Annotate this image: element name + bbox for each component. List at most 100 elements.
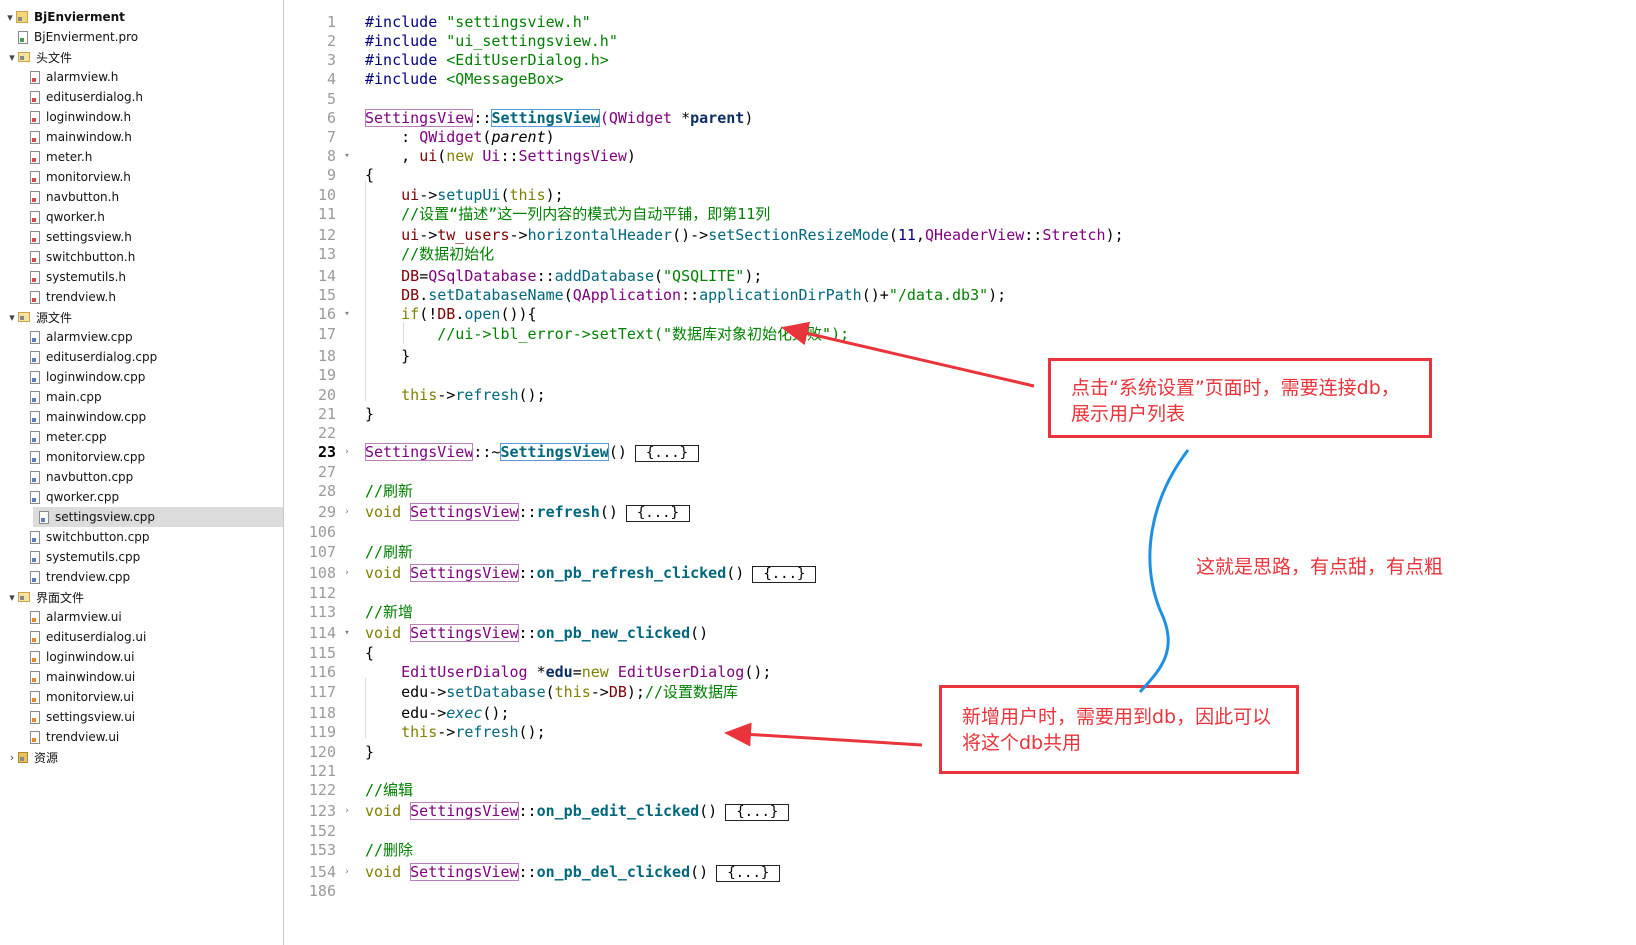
code-text: edu->setDatabase(this->DB);//设置数据库 bbox=[365, 682, 738, 702]
fold-collapsed-icon[interactable]: › bbox=[342, 442, 352, 462]
tree-item[interactable]: qworker.cpp bbox=[0, 487, 283, 507]
fold-collapsed-icon[interactable]: › bbox=[342, 502, 352, 522]
collapsed-block-marker[interactable]: {...} bbox=[725, 804, 790, 821]
tree-item[interactable]: navbutton.cpp bbox=[0, 467, 283, 487]
code-line[interactable]: 3 #include <EditUserDialog.h> bbox=[284, 50, 1636, 70]
tree-item[interactable]: edituserdialog.ui bbox=[0, 627, 283, 647]
project-tree[interactable]: ▾ BjEnvierment BjEnvierment.pro ▾ 头文件 alarmvi… bbox=[0, 0, 284, 945]
tree-item[interactable]: systemutils.cpp bbox=[0, 547, 283, 567]
code-line[interactable]: 116 EditUserDialog *edu=new EditUserDial… bbox=[284, 662, 1636, 682]
tree-item[interactable]: ▾ 界面文件 bbox=[0, 587, 283, 607]
code-line[interactable]: 23 › SettingsView::~SettingsView() {...} bbox=[284, 442, 1636, 462]
tree-item[interactable]: loginwindow.h bbox=[0, 107, 283, 127]
fold-expanded-icon[interactable]: ▾ bbox=[342, 304, 352, 324]
code-line[interactable]: 9{ bbox=[284, 165, 1636, 185]
tree-item[interactable]: monitorview.h bbox=[0, 167, 283, 187]
code-line[interactable]: 113 //新增 bbox=[284, 602, 1636, 622]
tree-item[interactable]: ▾ 头文件 bbox=[0, 47, 283, 67]
tree-item[interactable]: edituserdialog.cpp bbox=[0, 347, 283, 367]
code-line[interactable]: 10 ui->setupUi(this); bbox=[284, 185, 1636, 205]
code-editor[interactable]: 1 #include "settingsview.h" 2 #include "ui_… bbox=[284, 0, 1636, 945]
code-line[interactable]: 11 //设置“描述”这一列内容的模式为自动平铺，即第11列 bbox=[284, 204, 1636, 224]
tree-item[interactable]: › 资源 bbox=[0, 747, 283, 767]
code-line[interactable]: 21} bbox=[284, 404, 1636, 424]
tree-item[interactable]: trendview.h bbox=[0, 287, 283, 307]
code-token: parent bbox=[690, 109, 745, 127]
code-line[interactable]: 12 ui->tw_users->horizontalHeader()->set… bbox=[284, 225, 1636, 245]
code-line[interactable]: 29 › void SettingsView::refresh() {...} bbox=[284, 502, 1636, 522]
tree-item[interactable]: BjEnvierment.pro bbox=[0, 27, 283, 47]
tree-item[interactable]: navbutton.h bbox=[0, 187, 283, 207]
fold-collapsed-icon[interactable]: › bbox=[342, 563, 352, 583]
code-line[interactable]: 20 this->refresh(); bbox=[284, 385, 1636, 405]
code-line[interactable]: 154 › void SettingsView::on_pb_del_clicked… bbox=[284, 862, 1636, 882]
code-line[interactable]: 186 bbox=[284, 881, 1636, 901]
collapsed-block-marker[interactable]: {...} bbox=[625, 505, 691, 522]
tree-item[interactable]: settingsview.cpp bbox=[33, 507, 283, 527]
code-line[interactable]: 7 : QWidget(parent) bbox=[284, 127, 1636, 147]
fold-collapsed-icon[interactable]: › bbox=[342, 862, 352, 882]
code-line[interactable]: 114 ▾ void SettingsView::on_pb_new_clicked… bbox=[284, 623, 1636, 643]
tree-item[interactable]: qworker.h bbox=[0, 207, 283, 227]
tree-item[interactable]: trendview.ui bbox=[0, 727, 283, 747]
code-line[interactable]: 106 bbox=[284, 522, 1636, 542]
tree-item[interactable]: ▾ BjEnvierment bbox=[0, 7, 283, 27]
collapsed-block-marker[interactable]: {...} bbox=[716, 865, 781, 882]
collapsed-block-marker[interactable]: {...} bbox=[752, 566, 817, 583]
tree-item[interactable]: edituserdialog.h bbox=[0, 87, 283, 107]
expand-arrow-icon[interactable]: ▾ bbox=[6, 311, 18, 324]
code-line[interactable]: 5 bbox=[284, 89, 1636, 109]
tree-item[interactable]: mainwindow.h bbox=[0, 127, 283, 147]
code-line[interactable]: 8 ▾ , ui(new Ui::SettingsView) bbox=[284, 146, 1636, 166]
code-line[interactable]: 152 bbox=[284, 821, 1636, 841]
tree-item[interactable]: switchbutton.h bbox=[0, 247, 283, 267]
tree-item[interactable]: alarmview.ui bbox=[0, 607, 283, 627]
fold-collapsed-icon[interactable]: › bbox=[342, 801, 352, 821]
code-line[interactable]: 27 bbox=[284, 462, 1636, 482]
tree-item[interactable]: trendview.cpp bbox=[0, 567, 283, 587]
fold-expanded-icon[interactable]: ▾ bbox=[342, 623, 352, 643]
fold-expanded-icon[interactable]: ▾ bbox=[342, 146, 352, 166]
code-line[interactable]: 28 //刷新 bbox=[284, 481, 1636, 501]
code-line[interactable]: 13 //数据初始化 bbox=[284, 244, 1636, 264]
code-line[interactable]: 1 #include "settingsview.h" bbox=[284, 12, 1636, 32]
tree-item[interactable]: mainwindow.ui bbox=[0, 667, 283, 687]
tree-item[interactable]: settingsview.h bbox=[0, 227, 283, 247]
tree-item[interactable]: loginwindow.cpp bbox=[0, 367, 283, 387]
tree-item[interactable]: monitorview.cpp bbox=[0, 447, 283, 467]
code-line[interactable]: 17 //ui->lbl_error->setText("数据库对象初始化失败"… bbox=[284, 324, 1636, 344]
tree-item[interactable]: ▾ 源文件 bbox=[0, 307, 283, 327]
code-line[interactable]: 112 bbox=[284, 583, 1636, 603]
code-line[interactable]: 123 › void SettingsView::on_pb_edit_clicke… bbox=[284, 801, 1636, 821]
code-line[interactable]: 2 #include "ui_settingsview.h" bbox=[284, 31, 1636, 51]
tree-item[interactable]: main.cpp bbox=[0, 387, 283, 407]
tree-item[interactable]: monitorview.ui bbox=[0, 687, 283, 707]
code-line[interactable]: 122 //编辑 bbox=[284, 780, 1636, 800]
code-line[interactable]: 16 ▾ if(!DB.open()){ bbox=[284, 304, 1636, 324]
code-line[interactable]: 6 SettingsView::SettingsView(QWidget *par… bbox=[284, 108, 1636, 128]
code-line[interactable]: 14 DB=QSqlDatabase::addDatabase("QSQLITE… bbox=[284, 266, 1636, 286]
expand-arrow-icon[interactable]: ▾ bbox=[6, 51, 18, 64]
expand-arrow-icon[interactable]: › bbox=[6, 751, 18, 764]
expand-arrow-icon[interactable]: ▾ bbox=[6, 591, 18, 604]
tree-item[interactable]: switchbutton.cpp bbox=[0, 527, 283, 547]
tree-item[interactable]: alarmview.h bbox=[0, 67, 283, 87]
tree-item[interactable]: meter.cpp bbox=[0, 427, 283, 447]
tree-item[interactable]: systemutils.h bbox=[0, 267, 283, 287]
code-line[interactable]: 18 } bbox=[284, 346, 1636, 366]
code-line[interactable]: 15 DB.setDatabaseName(QApplication::appl… bbox=[284, 285, 1636, 305]
tree-item[interactable]: loginwindow.ui bbox=[0, 647, 283, 667]
tree-item[interactable]: settingsview.ui bbox=[0, 707, 283, 727]
line-number: 14 bbox=[317, 267, 336, 285]
collapsed-block-marker[interactable]: {...} bbox=[634, 445, 700, 462]
expand-arrow-icon[interactable]: ▾ bbox=[4, 11, 16, 24]
tree-item-label: BjEnvierment.pro bbox=[34, 30, 139, 44]
tree-item[interactable]: alarmview.cpp bbox=[0, 327, 283, 347]
code-line[interactable]: 22 bbox=[284, 423, 1636, 443]
tree-item[interactable]: meter.h bbox=[0, 147, 283, 167]
code-line[interactable]: 153 //删除 bbox=[284, 840, 1636, 860]
code-line[interactable]: 115 { bbox=[284, 643, 1636, 663]
tree-item[interactable]: mainwindow.cpp bbox=[0, 407, 283, 427]
code-line[interactable]: 19 bbox=[284, 365, 1636, 385]
code-line[interactable]: 4 #include <QMessageBox> bbox=[284, 69, 1636, 89]
